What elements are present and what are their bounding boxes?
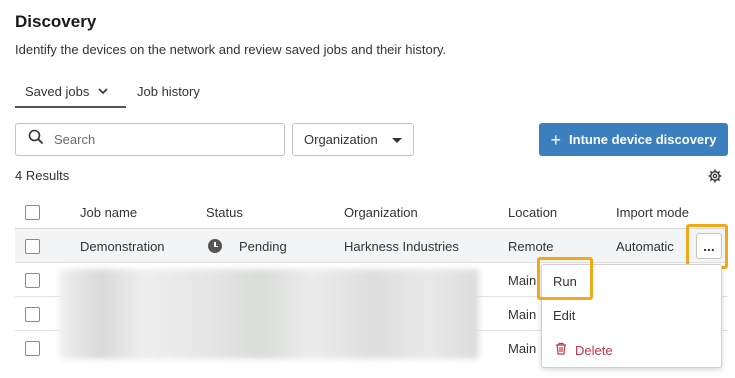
column-header-status[interactable]: Status xyxy=(206,195,243,229)
table-row[interactable]: Demonstration Pending Harkness Industrie… xyxy=(15,229,728,263)
row-actions-button[interactable]: ... xyxy=(696,233,722,259)
column-header-organization[interactable]: Organization xyxy=(344,195,418,229)
column-header-location[interactable]: Location xyxy=(508,195,557,229)
row-checkbox[interactable] xyxy=(25,340,40,356)
tab-saved-jobs-label: Saved jobs xyxy=(25,84,90,99)
table-header-row: Job name Status Organization Location Im… xyxy=(15,195,728,229)
caret-down-icon xyxy=(392,138,402,143)
row-checkbox[interactable] xyxy=(25,238,40,254)
chevron-down-icon xyxy=(97,85,109,100)
tab-job-history[interactable]: Job history xyxy=(137,76,200,108)
results-count: 4 Results xyxy=(15,168,70,183)
search-input[interactable] xyxy=(52,131,272,148)
row-checkbox[interactable] xyxy=(25,272,40,288)
row-status: Pending xyxy=(239,238,287,254)
column-header-import-mode[interactable]: Import mode xyxy=(616,195,689,229)
menu-item-delete[interactable]: Delete xyxy=(555,342,613,358)
row-location: Main xyxy=(508,340,537,356)
gear-icon[interactable] xyxy=(708,169,722,188)
tab-saved-jobs[interactable]: Saved jobs xyxy=(15,76,126,108)
select-all-checkbox[interactable] xyxy=(25,204,40,220)
column-header-job-name[interactable]: Job name xyxy=(80,195,137,229)
tab-job-history-label: Job history xyxy=(137,84,200,99)
row-import-mode: Automatic xyxy=(616,238,674,254)
page-subtitle: Identify the devices on the network and … xyxy=(15,42,447,57)
organization-select-label: Organization xyxy=(304,132,378,147)
intune-device-discovery-button[interactable]: + Intune device discovery xyxy=(539,123,728,156)
row-job-name: Demonstration xyxy=(80,238,165,254)
menu-item-delete-label: Delete xyxy=(575,342,613,358)
row-location: Main xyxy=(508,272,537,288)
page-title: Discovery xyxy=(15,12,97,31)
plus-icon: + xyxy=(550,129,562,150)
menu-item-edit[interactable]: Edit xyxy=(553,308,575,323)
row-organization: Harkness Industries xyxy=(344,238,459,254)
search-box[interactable] xyxy=(15,123,285,156)
more-icon: ... xyxy=(703,238,715,254)
trash-icon xyxy=(555,342,567,358)
organization-select[interactable]: Organization xyxy=(292,123,414,156)
run-highlight xyxy=(537,257,593,300)
tab-bar: Saved jobs Job history xyxy=(15,76,727,108)
redacted-content xyxy=(59,269,479,359)
row-location: Main xyxy=(508,306,537,322)
row-checkbox[interactable] xyxy=(25,306,40,322)
intune-device-discovery-label: Intune device discovery xyxy=(569,132,717,147)
clock-icon xyxy=(208,239,222,253)
search-icon xyxy=(28,129,44,150)
